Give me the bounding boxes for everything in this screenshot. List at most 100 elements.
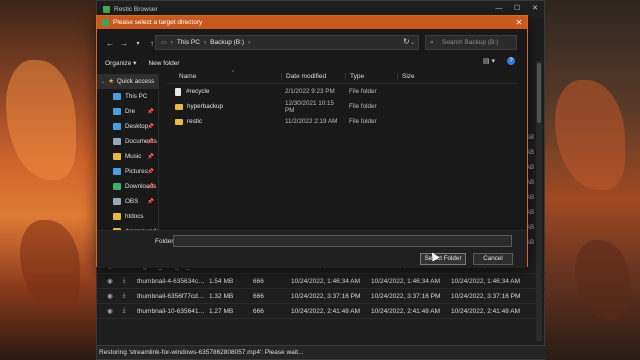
pictures-icon (113, 168, 121, 175)
cell-size: 1.32 MB (209, 292, 234, 300)
list-item[interactable]: restic 11/2/2022 2:19 AM File folder (167, 114, 517, 129)
wallpaper-rock (20, 220, 80, 310)
nav-label: OBS (125, 198, 139, 205)
desktop-icon (113, 123, 121, 130)
view-mode-icon[interactable]: ▤ ▾ (483, 57, 495, 65)
nav-label: Desktop (125, 123, 149, 130)
vertical-scrollbar[interactable] (536, 61, 542, 341)
address-dropdown-icon[interactable]: ⌄ (410, 39, 415, 46)
nav-item-downloads[interactable]: Downloads 📌 (97, 179, 158, 194)
download-icon (113, 183, 121, 190)
select-folder-button[interactable]: Select Folder (420, 253, 466, 265)
file-name: restic (187, 118, 203, 125)
nav-item-documents[interactable]: Documents 📌 (97, 134, 158, 149)
list-item[interactable]: #recycle 2/1/2022 9:23 PM File folder (167, 84, 517, 99)
eye-icon[interactable]: ◉ (103, 307, 117, 315)
nav-item-htdocs[interactable]: htdocs (97, 209, 158, 224)
nav-item-desktop[interactable]: Desktop 📌 (97, 119, 158, 134)
nav-item-quick-access[interactable]: ⌄ ★ Quick access (97, 74, 158, 89)
nav-label: This PC (125, 93, 148, 100)
file-type: File folder (349, 118, 377, 125)
documents-icon (113, 138, 121, 145)
cell-date: 10/24/2022, 1:46:34 AM (451, 277, 521, 285)
eye-icon[interactable]: ◉ (103, 277, 117, 285)
download-icon[interactable]: ⤓ (117, 277, 131, 285)
cell-date: 10/24/2022, 3:37:16 PM (371, 292, 441, 300)
view-options: ▤ ▾ ? (483, 57, 515, 65)
dialog-title: Please select a target directory (113, 19, 203, 26)
file-list-header: ⌃ Name Date modified Type Size (167, 70, 517, 84)
nav-item-pictures[interactable]: Pictures 📌 (97, 164, 158, 179)
file-table: ◉ ⤓ organic_lines_4k_moti… 1.61 MB 666 1… (97, 259, 546, 319)
nav-label: Dre (125, 108, 136, 115)
cell-mode: 666 (253, 277, 264, 285)
nav-item-this-pc[interactable]: This PC (97, 89, 158, 104)
refresh-icon[interactable]: ↻ (403, 37, 410, 46)
cell-name: thumbnail-6356f77cd… (137, 292, 205, 300)
column-header-name[interactable]: Name (167, 73, 281, 80)
nav-item-music[interactable]: Music 📌 (97, 149, 158, 164)
back-arrow-icon[interactable]: ← (103, 39, 117, 48)
pin-icon: 📌 (147, 123, 154, 130)
close-button[interactable]: ✕ (526, 1, 544, 17)
folder-icon (175, 103, 183, 110)
breadcrumb-backup[interactable]: Backup (B:) (210, 39, 244, 46)
cell-size: 1.54 MB (209, 277, 234, 285)
dialog-close-button[interactable]: ✕ (511, 16, 527, 29)
breadcrumb-this-pc[interactable]: This PC (177, 39, 200, 46)
dialog-logo-icon (102, 19, 109, 26)
eye-icon[interactable]: ◉ (103, 292, 117, 300)
file-date: 12/30/2021 10:15 PM (285, 99, 335, 114)
organize-button[interactable]: Organize ▾ (105, 59, 136, 67)
column-header-date[interactable]: Date modified (281, 73, 345, 80)
cell-mode: 666 (253, 292, 264, 300)
cell-name: thumbnail-10-635641… (137, 307, 205, 315)
new-folder-button[interactable]: New folder (148, 60, 179, 67)
column-header-type[interactable]: Type (345, 73, 397, 80)
search-icon: ⌕ (430, 39, 434, 46)
table-row[interactable]: ◉ ⤓ thumbnail-6356f77cd… 1.32 MB 666 10/… (97, 289, 546, 304)
file-list: ⌃ Name Date modified Type Size #recycle … (167, 70, 517, 231)
scrollbar-thumb[interactable] (537, 63, 541, 123)
cell-date: 10/24/2022, 1:46:34 AM (291, 277, 361, 285)
cell-date: 10/24/2022, 3:37:16 PM (291, 292, 361, 300)
computer-icon (113, 93, 121, 100)
nav-label: htdocs (125, 213, 144, 220)
file-date: 11/2/2022 2:19 AM (285, 118, 338, 125)
nav-item-obs[interactable]: OBS 📌 (97, 194, 158, 209)
breadcrumb-separator-icon: › (203, 39, 207, 46)
table-row[interactable]: ◉ ⤓ thumbnail-10-635641… 1.27 MB 666 10/… (97, 304, 546, 319)
pin-icon: 📌 (147, 198, 154, 205)
column-header-size[interactable]: Size (397, 73, 457, 80)
cancel-button[interactable]: Cancel (473, 253, 513, 265)
cell-date: 10/24/2022, 2:41:48 AM (451, 307, 521, 315)
folder-icon (175, 118, 183, 125)
cell-name: thumbnail-4-635634c… (137, 277, 205, 285)
forward-arrow-icon[interactable]: → (117, 39, 131, 48)
pin-icon: 📌 (147, 108, 154, 115)
list-item[interactable]: hyperbackup 12/30/2021 10:15 PM File fol… (167, 99, 517, 114)
cell-date: 10/24/2022, 2:41:48 AM (291, 307, 361, 315)
desktop-wallpaper-right (545, 0, 640, 360)
file-name: hyperbackup (187, 103, 224, 110)
table-row[interactable]: ◉ ⤓ thumbnail-4-635634c… 1.54 MB 666 10/… (97, 274, 546, 289)
nav-item-dre[interactable]: Dre 📌 (97, 104, 158, 119)
address-bar[interactable]: ▭ › This PC › Backup (B:) › ⌄ (155, 35, 419, 50)
wallpaper-rock (555, 80, 625, 190)
drive-icon: ▭ (161, 40, 167, 46)
status-bar: Restoring 'streamlink-for-windows-635786… (97, 345, 546, 359)
search-placeholder: Search Backup (B:) (442, 39, 499, 46)
cell-mode: 666 (253, 307, 264, 315)
cell-date: 10/24/2022, 2:41:48 AM (371, 307, 441, 315)
nav-label: Pictures (125, 168, 148, 175)
chevron-down-icon[interactable]: ⌄ (101, 79, 105, 85)
folder-input[interactable] (173, 235, 512, 247)
download-icon[interactable]: ⤓ (117, 292, 131, 300)
help-icon[interactable]: ? (507, 57, 515, 65)
download-icon[interactable]: ⤓ (117, 307, 131, 315)
recent-dropdown-icon[interactable]: ▾ (131, 40, 145, 47)
star-icon: ★ (108, 78, 114, 85)
navigation-pane: ⌄ ★ Quick access This PC Dre 📌 Desktop 📌… (97, 74, 159, 231)
search-input[interactable]: ⌕ Search Backup (B:) (425, 35, 517, 50)
desktop-wallpaper-left (0, 0, 98, 360)
